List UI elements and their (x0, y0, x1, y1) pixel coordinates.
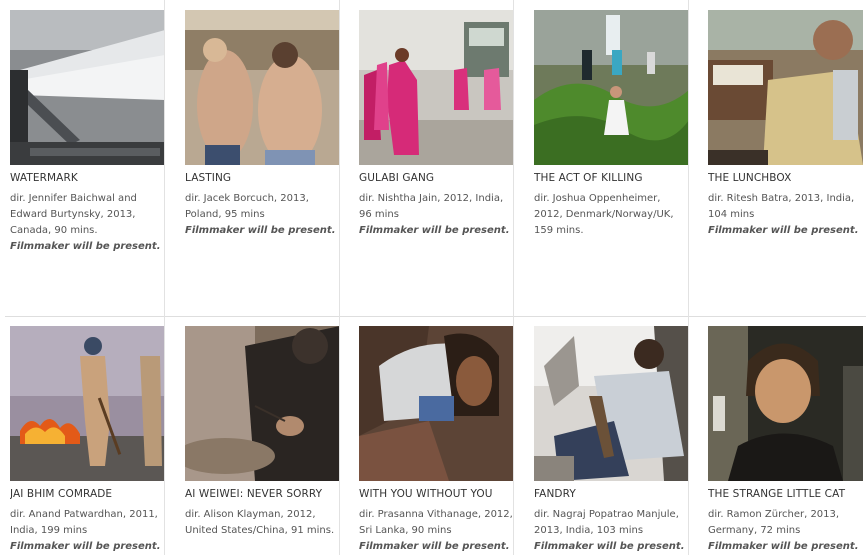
column-divider (164, 0, 165, 316)
filmmaker-present-note: Filmmaker will be present. (359, 541, 510, 552)
film-poster-the-lunchbox[interactable] (708, 10, 863, 165)
filmmaker-present-note: Filmmaker will be present. (534, 541, 685, 552)
film-poster-with-you-without-you[interactable] (359, 326, 514, 481)
film-row: WATERMARK dir. Jennifer Baichwal and Edw… (0, 0, 866, 316)
film-card-fandry: FANDRY dir. Nagraj Popatrao Manjule, 201… (524, 316, 689, 555)
film-title[interactable]: LASTING (185, 172, 340, 184)
film-credit: dir. Ramon Zürcher, 2013, Germany, 72 mi… (708, 509, 840, 536)
column-divider (513, 0, 514, 316)
film-credit: dir. Prasanna Vithanage, 2012, Sri Lanka… (359, 509, 513, 536)
film-title[interactable]: AI WEIWEI: NEVER SORRY (185, 488, 340, 500)
film-credit: dir. Nishtha Jain, 2012, India, 96 mins (359, 193, 504, 220)
column-divider (164, 316, 165, 555)
film-meta: dir. Joshua Oppenheimer, 2012, Denmark/N… (534, 191, 689, 239)
film-meta: dir. Jacek Borcuch, 2013, Poland, 95 min… (185, 191, 340, 239)
film-credit: dir. Ritesh Batra, 2013, India, 104 mins (708, 193, 855, 220)
film-title[interactable]: FANDRY (534, 488, 689, 500)
film-poster-the-act-of-killing[interactable] (534, 10, 689, 165)
film-grid: WATERMARK dir. Jennifer Baichwal and Edw… (0, 0, 866, 555)
film-card-the-strange-little-cat: THE STRANGE LITTLE CAT dir. Ramon Zürche… (698, 316, 863, 555)
column-divider (513, 316, 514, 555)
film-card-the-lunchbox: THE LUNCHBOX dir. Ritesh Batra, 2013, In… (698, 0, 863, 316)
film-poster-lasting[interactable] (185, 10, 340, 165)
column-divider (339, 0, 340, 316)
film-poster-fandry[interactable] (534, 326, 689, 481)
film-credit: dir. Alison Klayman, 2012, United States… (185, 509, 335, 536)
film-meta: dir. Ritesh Batra, 2013, India, 104 mins… (708, 191, 863, 239)
film-card-jai-bhim-comrade: JAI BHIM COMRADE dir. Anand Patwardhan, … (0, 316, 165, 555)
film-title[interactable]: THE STRANGE LITTLE CAT (708, 488, 863, 500)
film-card-ai-weiwei-never-sorry: AI WEIWEI: NEVER SORRY dir. Alison Klaym… (175, 316, 340, 555)
film-card-with-you-without-you: WITH YOU WITHOUT YOU dir. Prasanna Vitha… (349, 316, 514, 555)
column-divider (688, 0, 689, 316)
film-card-lasting: LASTING dir. Jacek Borcuch, 2013, Poland… (175, 0, 340, 316)
film-title[interactable]: WITH YOU WITHOUT YOU (359, 488, 514, 500)
column-divider (688, 316, 689, 555)
film-title[interactable]: WATERMARK (10, 172, 165, 184)
filmmaker-present-note: Filmmaker will be present. (708, 541, 859, 552)
film-poster-the-strange-little-cat[interactable] (708, 326, 863, 481)
film-poster-ai-weiwei-never-sorry[interactable] (185, 326, 340, 481)
film-card-the-act-of-killing: THE ACT OF KILLING dir. Joshua Oppenheim… (524, 0, 689, 316)
film-meta: dir. Jennifer Baichwal and Edward Burtyn… (10, 191, 165, 255)
film-title[interactable]: GULABI GANG (359, 172, 514, 184)
film-credit: dir. Jennifer Baichwal and Edward Burtyn… (10, 193, 137, 236)
column-divider (339, 316, 340, 555)
filmmaker-present-note: Filmmaker will be present. (185, 225, 336, 236)
film-poster-jai-bhim-comrade[interactable] (10, 326, 165, 481)
film-meta: dir. Ramon Zürcher, 2013, Germany, 72 mi… (708, 507, 863, 555)
film-poster-gulabi-gang[interactable] (359, 10, 514, 165)
film-meta: dir. Anand Patwardhan, 2011, India, 199 … (10, 507, 165, 555)
film-credit: dir. Nagraj Popatrao Manjule, 2013, Indi… (534, 509, 679, 536)
filmmaker-present-note: Filmmaker will be present. (10, 241, 161, 252)
filmmaker-present-note: Filmmaker will be present. (10, 541, 161, 552)
film-title[interactable]: THE LUNCHBOX (708, 172, 863, 184)
film-title[interactable]: THE ACT OF KILLING (534, 172, 689, 184)
film-card-gulabi-gang: GULABI GANG dir. Nishtha Jain, 2012, Ind… (349, 0, 514, 316)
film-poster-watermark[interactable] (10, 10, 165, 165)
film-credit: dir. Jacek Borcuch, 2013, Poland, 95 min… (185, 193, 309, 220)
film-meta: dir. Prasanna Vithanage, 2012, Sri Lanka… (359, 507, 514, 555)
film-credit: dir. Anand Patwardhan, 2011, India, 199 … (10, 509, 158, 536)
film-meta: dir. Nagraj Popatrao Manjule, 2013, Indi… (534, 507, 689, 555)
film-row: JAI BHIM COMRADE dir. Anand Patwardhan, … (0, 316, 866, 555)
film-meta: dir. Alison Klayman, 2012, United States… (185, 507, 340, 539)
filmmaker-present-note: Filmmaker will be present. (708, 225, 859, 236)
film-card-watermark: WATERMARK dir. Jennifer Baichwal and Edw… (0, 0, 165, 316)
film-title[interactable]: JAI BHIM COMRADE (10, 488, 165, 500)
filmmaker-present-note: Filmmaker will be present. (359, 225, 510, 236)
film-credit: dir. Joshua Oppenheimer, 2012, Denmark/N… (534, 193, 674, 236)
film-meta: dir. Nishtha Jain, 2012, India, 96 mins … (359, 191, 514, 239)
